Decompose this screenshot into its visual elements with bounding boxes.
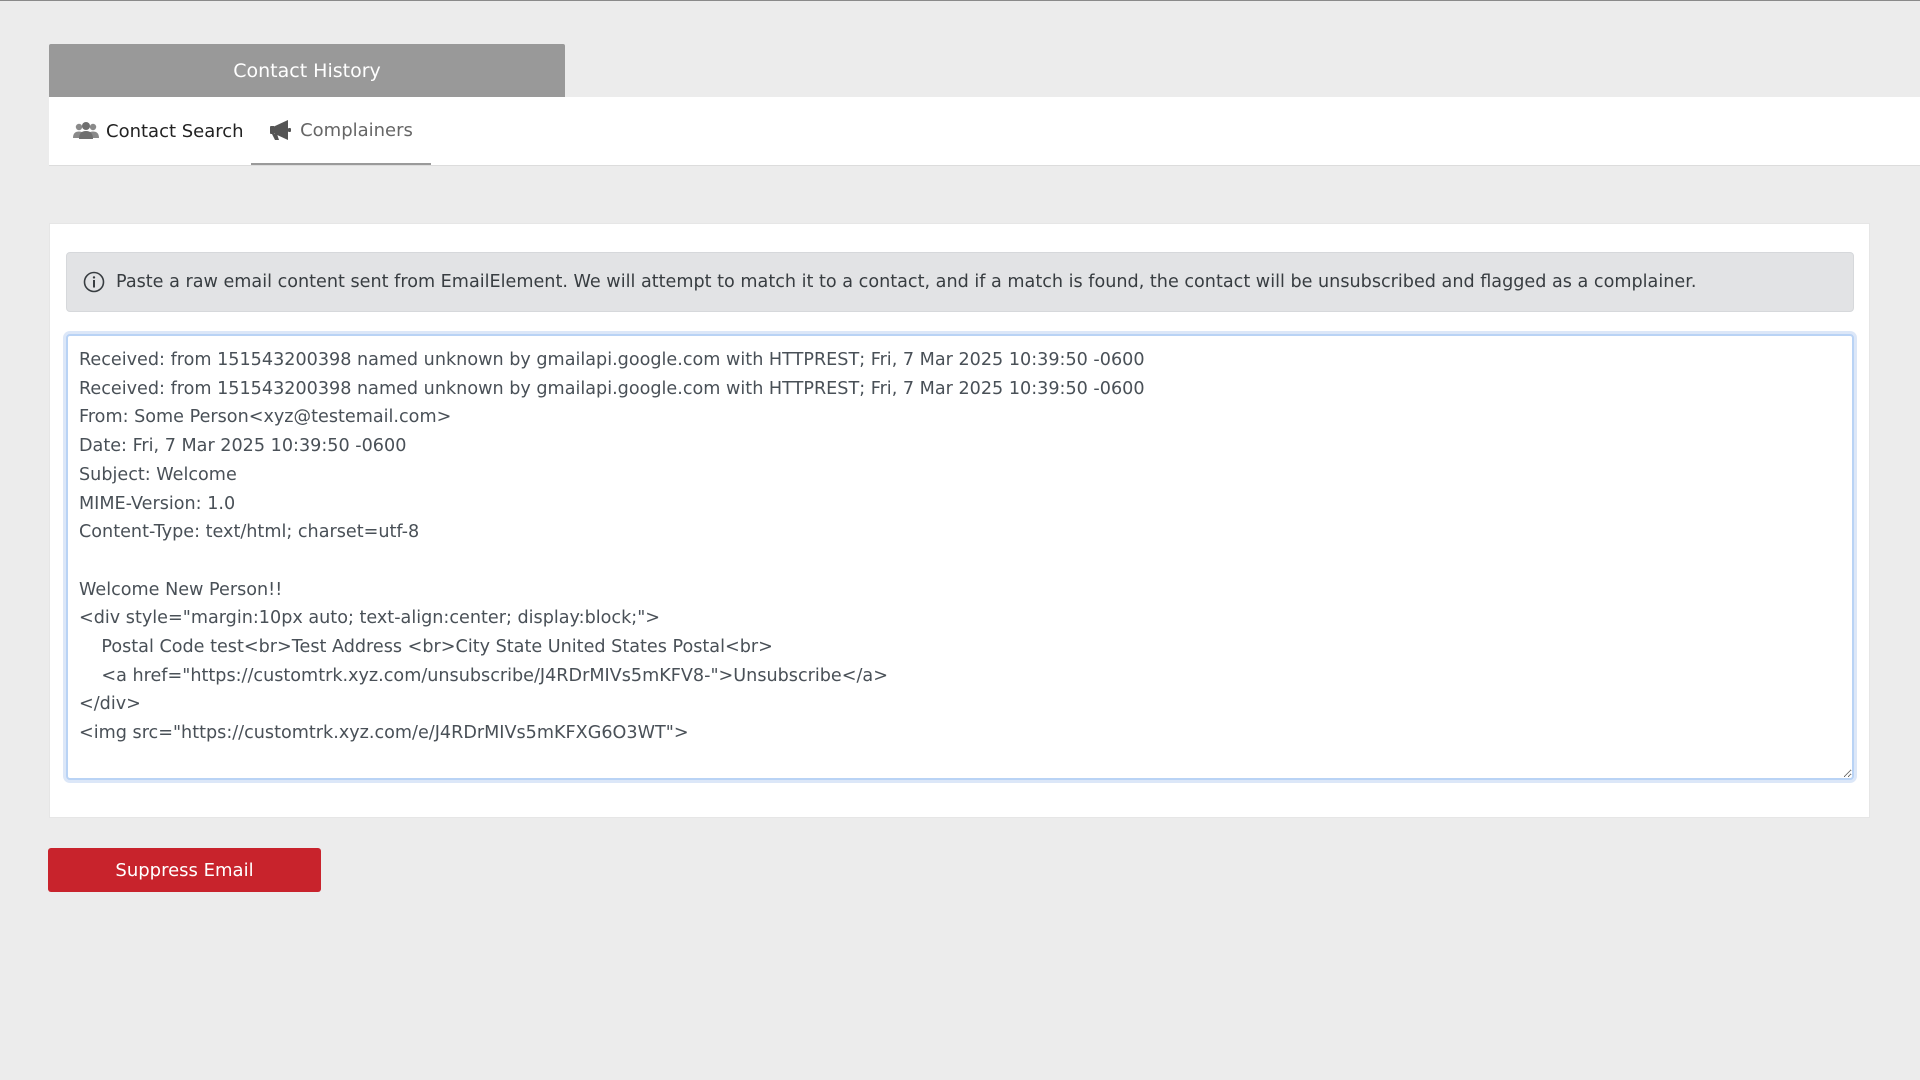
tab-complainers-label: Complainers xyxy=(300,119,413,141)
top-border xyxy=(0,0,1920,1)
tab-contact-search-label: Contact Search xyxy=(106,120,244,142)
info-alert-text: Paste a raw email content sent from Emai… xyxy=(116,272,1697,292)
suppress-email-button[interactable]: Suppress Email xyxy=(48,848,321,892)
raw-email-textarea[interactable] xyxy=(66,334,1854,780)
users-icon xyxy=(73,121,99,141)
bullhorn-icon xyxy=(269,119,293,141)
tabs-bar: Contact Search Complainers xyxy=(49,97,1920,166)
section-header: Contact History xyxy=(49,44,565,97)
tab-complainers[interactable]: Complainers xyxy=(251,97,431,165)
complainer-panel: Paste a raw email content sent from Emai… xyxy=(49,223,1870,818)
section-header-title: Contact History xyxy=(233,59,381,82)
info-alert: Paste a raw email content sent from Emai… xyxy=(66,252,1854,312)
tab-contact-search[interactable]: Contact Search xyxy=(73,97,244,165)
info-circle-icon xyxy=(83,271,105,293)
